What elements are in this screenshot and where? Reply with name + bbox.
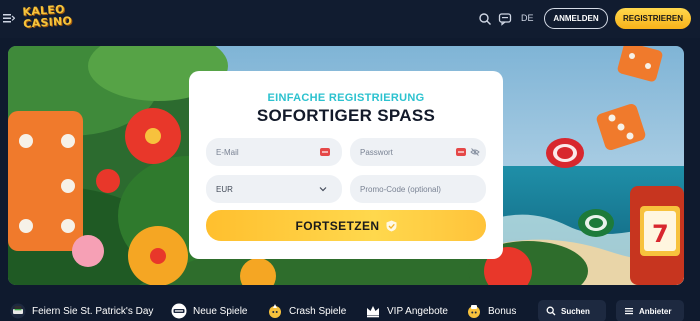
category-vip-offers[interactable]: VIP Angebote xyxy=(365,303,448,319)
promo-placeholder: Promo-Code (optional) xyxy=(360,184,441,194)
top-header: KALEO CASINO DE ANMELDEN REGISTRIEREN xyxy=(0,0,700,38)
search-icon xyxy=(546,306,556,316)
category-label: Bonus xyxy=(488,305,517,317)
filter-icon xyxy=(625,308,633,315)
currency-value: EUR xyxy=(216,184,233,194)
registration-card: EINFACHE REGISTRIERUNG SOFORTIGER SPASS … xyxy=(189,71,503,259)
new-games-icon xyxy=(171,303,187,319)
category-bonus[interactable]: Bonus xyxy=(466,303,516,319)
shield-check-icon xyxy=(386,220,396,231)
continue-button[interactable]: FORTSETZEN xyxy=(206,210,486,241)
password-manager-icon[interactable] xyxy=(320,147,330,157)
providers-button[interactable]: Anbieter xyxy=(616,300,684,321)
search-games-label: Suchen xyxy=(561,306,590,316)
svg-text:7: 7 xyxy=(652,220,669,248)
language-selector[interactable]: DE xyxy=(521,13,534,23)
form-subtitle: EINFACHE REGISTRIERUNG xyxy=(267,92,425,104)
eye-off-icon[interactable] xyxy=(470,147,480,157)
crash-icon xyxy=(269,304,281,318)
category-label: Neue Spiele xyxy=(193,305,248,317)
continue-label: FORTSETZEN xyxy=(295,218,380,233)
login-button[interactable]: ANMELDEN xyxy=(544,8,608,29)
logo-line-2: CASINO xyxy=(22,14,73,31)
category-new-games[interactable]: Neue Spiele xyxy=(171,303,247,319)
chevron-down-icon xyxy=(319,187,327,192)
category-label: VIP Angebote xyxy=(387,305,448,317)
category-crash-games[interactable]: Crash Spiele xyxy=(267,303,346,319)
promo-code-field[interactable]: Promo-Code (optional) xyxy=(350,175,486,203)
currency-select[interactable]: EUR xyxy=(206,175,342,203)
casino-logo[interactable]: KALEO CASINO xyxy=(22,3,73,34)
form-title: SOFORTIGER SPASS xyxy=(256,106,436,125)
password-placeholder: Passwort xyxy=(360,147,393,157)
providers-label: Anbieter xyxy=(639,306,672,316)
register-button[interactable]: REGISTRIEREN xyxy=(615,8,691,29)
chat-icon[interactable] xyxy=(498,12,512,26)
password-manager-icon[interactable] xyxy=(456,147,466,157)
crown-icon xyxy=(367,306,379,318)
category-label: Crash Spiele xyxy=(289,305,347,317)
category-st-patricks[interactable]: Feiern Sie St. Patrick's Day xyxy=(10,303,153,319)
search-games-button[interactable]: Suchen xyxy=(538,300,606,321)
email-placeholder: E-Mail xyxy=(216,147,239,157)
menu-icon[interactable] xyxy=(3,12,15,24)
clover-icon xyxy=(10,303,26,319)
bonus-icon xyxy=(468,305,480,318)
category-label: Feiern Sie St. Patrick's Day xyxy=(32,305,154,317)
search-icon[interactable] xyxy=(478,12,492,26)
password-field[interactable]: Passwort xyxy=(350,138,486,166)
email-field[interactable]: E-Mail xyxy=(206,138,342,166)
